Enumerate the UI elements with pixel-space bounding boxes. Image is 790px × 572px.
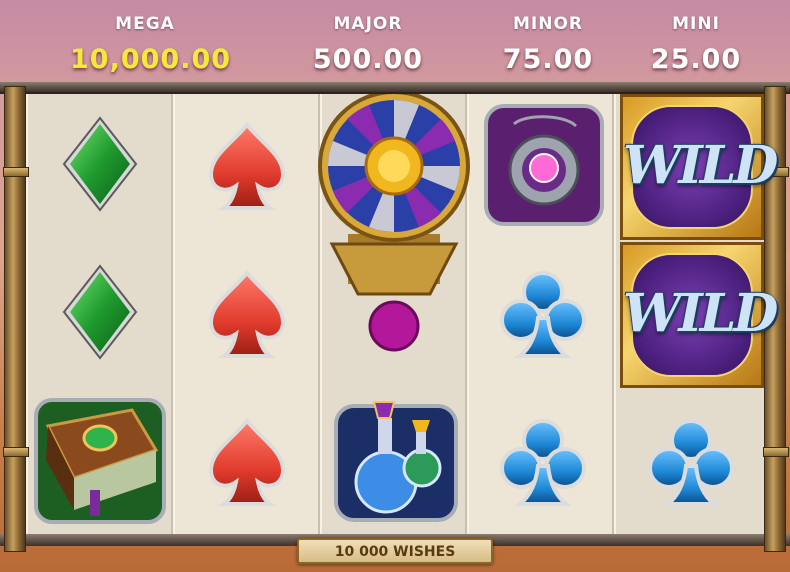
potion-bottle-icon	[334, 401, 458, 522]
jackpot-mega-value: 10,000.00	[70, 44, 232, 75]
jackpot-mini-value: 25.00	[650, 44, 742, 75]
spade-icon	[208, 418, 286, 506]
bet-wishes-banner: 10 000 WISHES	[297, 538, 493, 564]
spade-icon	[208, 122, 286, 210]
club-icon	[648, 419, 734, 506]
jackpot-minor-value: 75.00	[502, 44, 594, 75]
wild-symbol: WILD	[620, 242, 778, 388]
jackpot-major-label: MAJOR	[333, 14, 403, 34]
club-symbol	[648, 418, 734, 508]
diamond-icon	[62, 116, 138, 212]
club-symbol	[500, 270, 586, 360]
wild-symbol: WILD	[620, 94, 778, 240]
frame-post-left	[3, 86, 29, 552]
spellbook-symbol	[34, 398, 166, 524]
spellbook-icon	[34, 398, 166, 524]
bet-wishes-text: 10 000 WISHES	[334, 544, 456, 560]
wild-text: WILD	[623, 135, 778, 196]
spade-symbol	[208, 418, 286, 508]
club-icon	[500, 419, 586, 506]
jackpot-mini: MINI 25.00	[621, 14, 771, 75]
club-symbol	[500, 418, 586, 508]
jackpot-minor-label: MINOR	[512, 14, 583, 34]
club-icon	[500, 271, 586, 358]
reel-frame-top	[0, 82, 790, 94]
amulet-symbol	[484, 104, 604, 226]
jackpot-major: MAJOR 500.00	[293, 14, 443, 75]
jackpot-mini-label: MINI	[672, 14, 720, 34]
diamond-icon	[62, 264, 138, 360]
magic-potion-symbol	[334, 398, 458, 524]
wheel-of-fortune-icon	[318, 94, 470, 352]
jackpot-major-value: 500.00	[312, 44, 424, 75]
jackpot-mega: MEGA 10,000.00	[70, 14, 232, 75]
amulet-icon	[484, 104, 604, 226]
diamond-symbol	[62, 264, 138, 360]
spade-symbol	[208, 122, 286, 212]
spade-symbol	[208, 270, 286, 360]
jackpot-minor: MINOR 75.00	[473, 14, 623, 75]
wheel-bonus-symbol	[318, 94, 470, 352]
jackpot-mega-label: MEGA	[115, 14, 175, 34]
wild-text: WILD	[623, 283, 778, 344]
spade-icon	[208, 270, 286, 358]
diamond-symbol	[62, 116, 138, 212]
